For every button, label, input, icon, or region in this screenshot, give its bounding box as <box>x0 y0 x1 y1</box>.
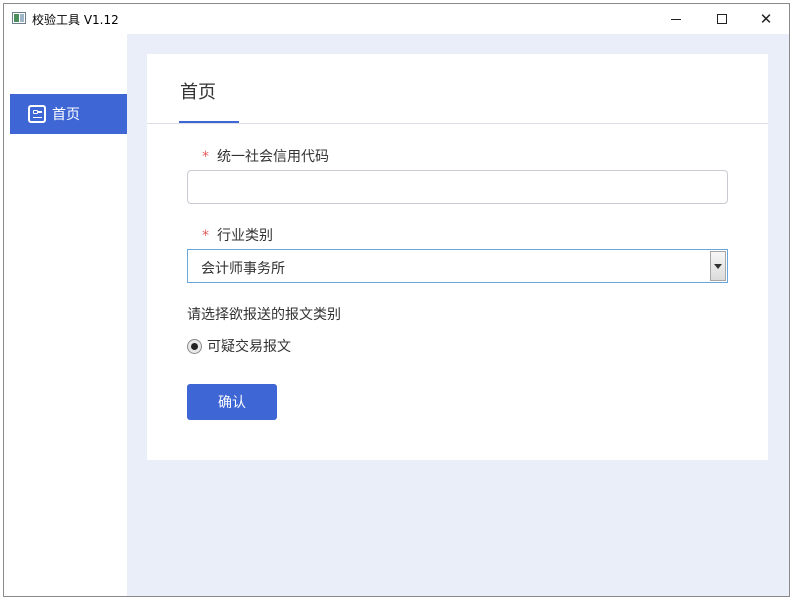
form-card: 首页 * 统一社会信用代码 * 行业类别 会计师事务所 请选择欲报送的报文类别 可疑… <box>147 54 768 460</box>
radio-selected-dot <box>191 342 198 350</box>
confirm-button[interactable]: 确认 <box>187 384 277 420</box>
tab-home[interactable]: 首页 <box>180 78 216 104</box>
maximize-button[interactable] <box>699 4 745 34</box>
radio-button[interactable] <box>187 338 202 354</box>
credit-code-label-text: 统一社会信用代码 <box>217 149 329 165</box>
close-button[interactable]: ✕ <box>743 4 789 34</box>
report-type-option-suspicious[interactable]: 可疑交易报文 <box>187 336 291 356</box>
minimize-icon <box>671 18 681 20</box>
industry-select[interactable]: 会计师事务所 <box>187 249 728 283</box>
content-area: 首页 * 统一社会信用代码 * 行业类别 会计师事务所 请选择欲报送的报文类别 可疑… <box>127 34 789 596</box>
industry-selected-value: 会计师事务所 <box>201 261 285 277</box>
credit-code-input[interactable] <box>187 170 728 204</box>
report-type-prompt: 请选择欲报送的报文类别 <box>187 307 341 323</box>
window-title: 校验工具 V1.12 <box>32 13 119 27</box>
app-window: 校验工具 V1.12 ✕ 首页 首页 * 统一社会信用代码 * 行业类别 会计师… <box>3 3 790 597</box>
industry-label-text: 行业类别 <box>217 228 273 244</box>
title-bar[interactable]: 校验工具 V1.12 ✕ <box>4 4 789 34</box>
maximize-icon <box>717 14 727 24</box>
required-mark: * <box>202 228 209 244</box>
chevron-down-icon <box>714 263 722 269</box>
sidebar-item-home[interactable]: 首页 <box>10 94 127 134</box>
sidebar-item-label: 首页 <box>52 107 80 123</box>
home-card-icon <box>28 105 46 123</box>
tab-divider <box>147 123 768 124</box>
minimize-button[interactable] <box>653 4 699 34</box>
required-mark: * <box>202 149 209 165</box>
radio-label: 可疑交易报文 <box>207 339 291 355</box>
dropdown-arrow-button[interactable] <box>710 251 726 281</box>
sidebar: 首页 <box>4 34 127 596</box>
app-icon <box>12 12 26 24</box>
industry-label: * 行业类别 <box>202 225 273 245</box>
credit-code-label: * 统一社会信用代码 <box>202 146 329 166</box>
close-icon: ✕ <box>759 10 773 28</box>
